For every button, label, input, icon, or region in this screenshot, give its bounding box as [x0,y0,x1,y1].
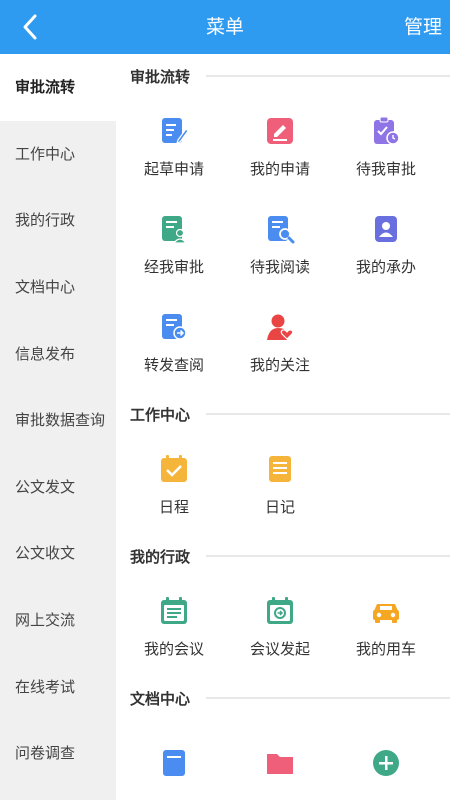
section-header: 工作中心 [116,392,450,436]
section-grid: 日程 日记 [116,436,450,534]
menu-tile[interactable]: 日记 [227,436,333,534]
menu-tile-label: 会议发起 [249,639,310,658]
pencil-note-icon [265,116,295,146]
sidebar-item-7[interactable]: 公文发文 [0,454,116,521]
menu-tile-label: 日记 [264,497,295,516]
section-header: 审批流转 [116,54,450,98]
contact-card-icon [371,214,401,244]
section-grid [116,720,450,800]
manage-button[interactable]: 管理 [404,0,442,54]
sidebar-item-label: 信息发布 [15,344,76,363]
menu-tile[interactable] [121,720,227,800]
document-icon [159,748,189,778]
menu-tile-label: 我的申请 [249,159,310,178]
menu-tile[interactable]: 待我阅读 [227,196,333,294]
section-divider [206,555,450,557]
menu-tile[interactable] [227,720,333,800]
calendar-check-icon [159,454,189,484]
folder-icon [265,748,295,778]
meeting-calendar-icon [159,596,189,626]
sidebar-item-11[interactable]: 问卷调查 [0,720,116,787]
sidebar-item-4[interactable]: 文档中心 [0,254,116,321]
menu-tile-label: 我的会议 [143,639,204,658]
document-forward-icon [159,312,189,342]
sidebar-item-label: 公文收文 [15,544,76,563]
menu-tile[interactable]: 经我审批 [121,196,227,294]
top-bar: 菜单 管理 [0,0,450,54]
sidebar-item-5[interactable]: 信息发布 [0,320,116,387]
menu-content: 审批流转起草申请 我的申请 待我审批经我审批 待我阅读 我的承办转发查阅 我的关注工作中心… [116,54,450,800]
sidebar-item-2[interactable]: 工作中心 [0,121,116,188]
sidebar-item-label: 审批流转 [15,78,76,97]
menu-tile[interactable]: 待我审批 [333,98,439,196]
sidebar-item-6[interactable]: 审批数据查询 [0,387,116,454]
sidebar-item-3[interactable]: 我的行政 [0,187,116,254]
sidebar-item-label: 公文发文 [15,477,76,496]
section-divider [206,75,450,77]
menu-tile[interactable]: 我的申请 [227,98,333,196]
menu-tile-label: 我的关注 [249,355,310,374]
menu-tile-label: 转发查阅 [143,355,204,374]
sidebar-item-1[interactable]: 审批流转 [0,54,116,121]
menu-tile-label: 我的用车 [355,639,416,658]
section-title: 我的行政 [130,547,191,566]
menu-tile-label: 经我审批 [143,257,204,276]
menu-tile[interactable]: 日程 [121,436,227,534]
user-heart-icon [265,312,295,342]
menu-tile[interactable]: 会议发起 [227,578,333,676]
category-sidebar: 审批流转工作中心我的行政文档中心信息发布审批数据查询 公文发文公文收文网上交流在线… [0,54,116,800]
menu-tile-label: 日程 [158,497,189,516]
sidebar-item-label: 网上交流 [15,611,76,630]
meeting-start-icon [265,596,295,626]
section-header: 我的行政 [116,534,450,578]
menu-tile-label: 待我审批 [355,159,416,178]
sidebar-item-8[interactable]: 公文收文 [0,520,116,587]
menu-tile[interactable]: 我的关注 [227,294,333,392]
menu-tile[interactable]: 我的会议 [121,578,227,676]
menu-section-3: 我的行政我的会议 会议发起 我的用车 [116,534,450,676]
notebook-icon [265,454,295,484]
menu-tile[interactable]: 我的用车 [333,578,439,676]
menu-section-2: 工作中心日程 日记 [116,392,450,534]
menu-section-1: 审批流转起草申请 我的申请 待我审批经我审批 待我阅读 我的承办转发查阅 我的关注 [116,54,450,392]
sidebar-item-label: 文档中心 [15,278,76,297]
document-search-icon [265,214,295,244]
section-title: 工作中心 [130,405,191,424]
section-header: 文档中心 [116,676,450,720]
menu-section-4: 文档中心 [116,676,450,800]
menu-tile-label: 我的承办 [355,257,416,276]
sidebar-item-label: 在线考试 [15,677,76,696]
sidebar-item-10[interactable]: 在线考试 [0,653,116,720]
menu-tile[interactable]: 我的承办 [333,196,439,294]
section-title: 文档中心 [130,689,191,708]
menu-tile[interactable]: 转发查阅 [121,294,227,392]
add-circle-icon [371,748,401,778]
section-divider [206,413,450,415]
sidebar-item-label: 问卷调查 [15,744,76,763]
menu-tile-label: 起草申请 [143,159,204,178]
section-grid: 我的会议 会议发起 我的用车 [116,578,450,676]
sidebar-item-9[interactable]: 网上交流 [0,587,116,654]
page-title: 菜单 [205,16,244,38]
document-user-icon [159,214,189,244]
car-icon [371,596,401,626]
section-title: 审批流转 [130,67,191,86]
menu-tile[interactable] [333,720,439,800]
sidebar-item-label: 审批数据查询 [15,411,106,430]
menu-tile[interactable]: 起草申请 [121,98,227,196]
sidebar-item-label: 工作中心 [15,144,76,163]
section-divider [206,697,450,699]
sidebar-item-label: 我的行政 [15,211,76,230]
section-grid: 起草申请 我的申请 待我审批经我审批 待我阅读 我的承办转发查阅 我的关注 [116,98,450,392]
clipboard-clock-icon [371,116,401,146]
menu-tile-label: 待我阅读 [249,257,310,276]
draft-edit-icon [159,116,189,146]
